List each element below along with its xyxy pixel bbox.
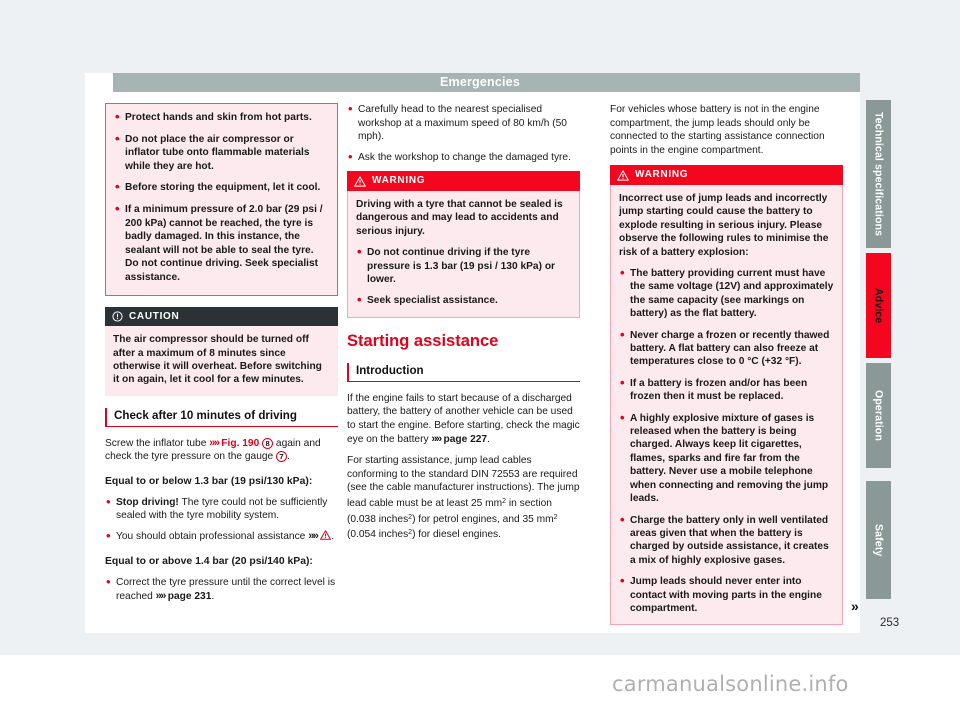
intro-end-text: . <box>287 451 290 463</box>
correct-pressure-text: Correct the tyre pressure until the corr… <box>116 576 336 602</box>
list-item: If a battery is frozen and/or has been f… <box>619 376 834 404</box>
tab-advice[interactable]: Advice <box>866 253 891 358</box>
list-item-professional-assistance: You should obtain professional assistanc… <box>105 529 338 545</box>
warning-triangle-icon <box>320 529 332 543</box>
tab-operation[interactable]: Operation <box>866 363 891 468</box>
page-header-bar: Emergencies <box>113 73 860 92</box>
warning-box-label: WARNING <box>372 175 426 187</box>
warning-box-body: Incorrect use of jump leads and incorrec… <box>610 184 843 626</box>
jump-lead-text-e: ) for diesel engines. <box>412 529 501 541</box>
list-item-correct-pressure: Correct the tyre pressure until the corr… <box>105 575 338 603</box>
section-title-starting-assistance: Starting assistance <box>347 331 499 350</box>
list-item: Do not continue driving if the tyre pres… <box>356 245 571 286</box>
paragraph-battery-location: For vehicles whose battery is not in the… <box>610 104 825 156</box>
list-item: If a minimum pressure of 2.0 bar (29 psi… <box>114 202 329 285</box>
tab-label: Safety <box>872 523 885 557</box>
page-number: 253 <box>880 617 900 629</box>
warning-box-header: WARNING <box>347 171 580 191</box>
warning-box-header: WARNING <box>610 165 843 185</box>
heading-equal-or-below: Equal to or below 1.3 bar (19 psi/130 kP… <box>105 475 313 487</box>
figure-reference-link[interactable]: Fig. 190 <box>221 438 259 449</box>
page-title: Emergencies <box>439 75 520 89</box>
list-item: Before storing the equipment, let it coo… <box>114 180 329 195</box>
warning-box-jump-leads: WARNING Incorrect use of jump leads and … <box>610 165 843 626</box>
caution-box-text: The air compressor should be turned off … <box>113 334 322 386</box>
warning-triangle-icon <box>617 169 629 181</box>
list-item: Carefully head to the nearest specialise… <box>347 102 580 144</box>
chevron-ref-icon: »» <box>155 589 167 602</box>
list-item-stop-driving: Stop driving! The tyre could not be suff… <box>105 495 338 523</box>
tab-label: Operation <box>872 390 885 441</box>
caution-box-header: CAUTION <box>105 306 338 327</box>
heading-equal-or-above: Equal to or above 1.4 bar (20 psi/140 kP… <box>105 556 313 568</box>
warning-intro-text: Incorrect use of jump leads and incorrec… <box>619 192 829 258</box>
heading-introduction: Introduction <box>347 362 580 382</box>
page-reference-link[interactable]: page 227 <box>443 434 487 445</box>
professional-assistance-text: You should obtain professional assistanc… <box>116 530 309 542</box>
list-item: Never charge a frozen or recently thawed… <box>619 328 834 369</box>
list-item: A highly explosive mixture of gases is r… <box>619 411 834 506</box>
note-box-hot-parts: Protect hands and skin from hot parts. D… <box>105 103 338 296</box>
manual-page-sheet: Emergencies Protect hands and skin from … <box>85 73 860 633</box>
caution-box-body: The air compressor should be turned off … <box>105 326 338 396</box>
jump-lead-text-c: ) for petrol engines, and 35 mm <box>412 513 554 525</box>
paragraph-screw-inflator-tube: Screw the inflator tube »» Fig. 190 8 ag… <box>105 437 338 464</box>
list-item: Charge the battery only in well ventilat… <box>619 513 834 568</box>
chevron-ref-icon: »» <box>308 529 319 542</box>
tab-label: Advice <box>872 287 885 324</box>
heading-check-after-10-minutes: Check after 10 minutes of driving <box>105 407 338 427</box>
list-item: Jump leads should never enter into conta… <box>619 574 834 615</box>
jump-lead-text-d: (0.054 inches <box>347 529 409 541</box>
list-item: The battery providing current must have … <box>619 266 834 321</box>
pdf-page-viewer: Emergencies Protect hands and skin from … <box>0 0 960 708</box>
intro-paragraph-end: . <box>487 433 490 445</box>
caution-circle-icon <box>112 311 123 322</box>
tab-safety[interactable]: Safety <box>866 481 891 599</box>
warning-box-label: WARNING <box>635 169 689 181</box>
list-item: Seek specialist assistance. <box>356 293 571 307</box>
section-tab-rail: Technical specifications Advice Operatio… <box>866 73 902 633</box>
column-right: For vehicles whose battery is not in the… <box>610 103 843 637</box>
superscript-2: 2 <box>553 513 558 521</box>
stop-driving-strong: Stop driving! <box>116 496 179 508</box>
callout-number-7: 7 <box>276 451 288 463</box>
chevron-ref-icon: »» <box>431 432 442 445</box>
correct-pressure-end: . <box>211 590 215 602</box>
warning-intro-text: Driving with a tyre that cannot be seale… <box>356 198 563 237</box>
column-middle: Carefully head to the nearest specialise… <box>347 102 580 550</box>
chevron-ref-icon: »» <box>209 436 220 449</box>
page-reference-link[interactable]: page 231 <box>168 591 212 602</box>
list-item: Do not place the air compressor or infla… <box>114 132 329 174</box>
site-watermark: carmanualsonline.info <box>612 672 849 696</box>
warning-triangle-icon <box>354 175 366 187</box>
column-left: Protect hands and skin from hot parts. D… <box>105 103 338 610</box>
caution-box: CAUTION The air compressor should be tur… <box>105 306 338 396</box>
warning-box-tyre: WARNING Driving with a tyre that cannot … <box>347 171 580 318</box>
tab-technical-specifications[interactable]: Technical specifications <box>866 100 891 248</box>
paragraph-introduction: If the engine fails to start because of … <box>347 392 580 446</box>
continuation-arrow-icon: » <box>851 598 859 614</box>
caution-box-label: CAUTION <box>129 310 180 322</box>
tab-label: Technical specifications <box>872 111 885 237</box>
callout-number-8: 8 <box>262 437 274 449</box>
intro-pre-text: Screw the inflator tube <box>105 437 210 449</box>
list-item: Protect hands and skin from hot parts. <box>114 110 329 125</box>
warning-box-body: Driving with a tyre that cannot be seale… <box>347 190 580 318</box>
list-item: Ask the workshop to change the damaged t… <box>347 150 580 165</box>
paragraph-jump-lead-spec: For starting assistance, jump lead cable… <box>347 454 580 542</box>
